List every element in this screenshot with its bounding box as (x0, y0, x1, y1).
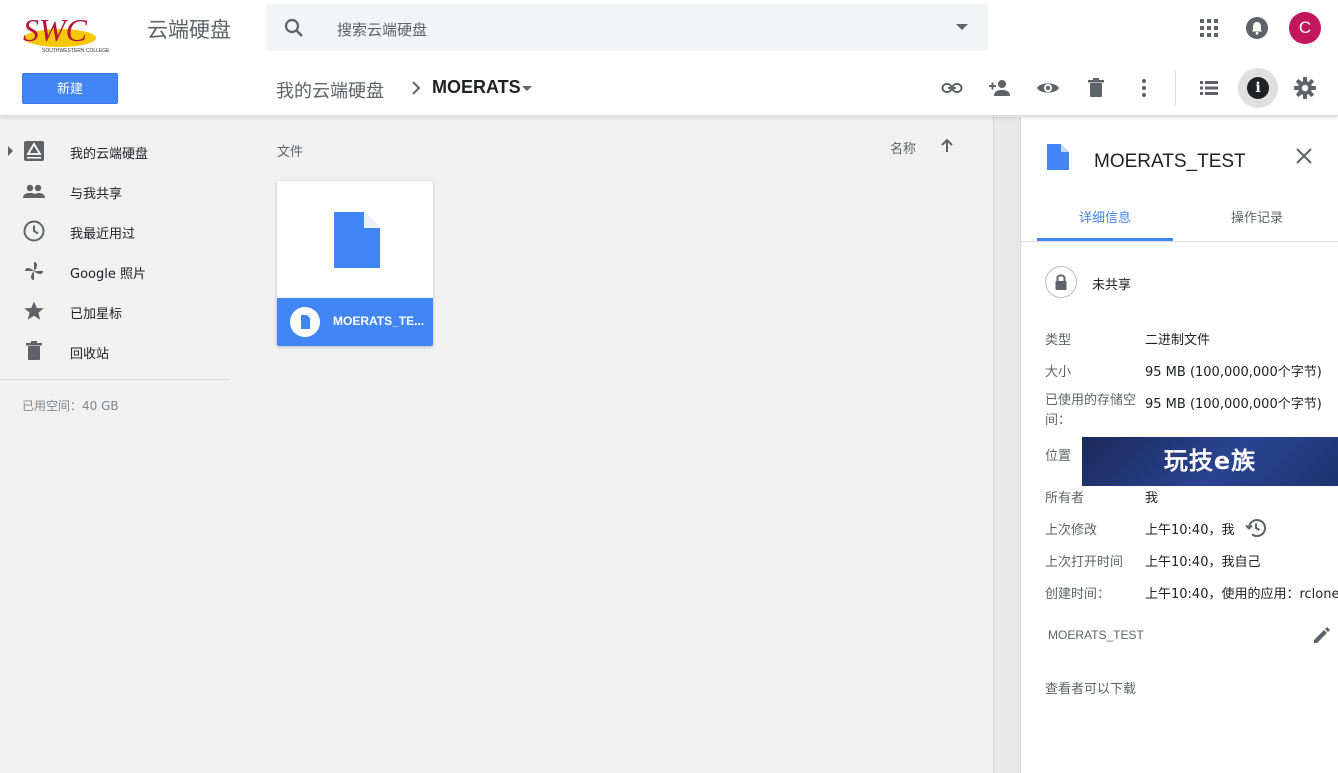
swc-logo[interactable]: SWC SOUTHWESTERN COLLEGE (20, 6, 138, 54)
detail-value-opened: 上午10:40，我自己 (1145, 555, 1261, 570)
breadcrumb-current-folder[interactable]: MOERATS (432, 77, 521, 98)
detail-value-storage-used: 95 MB (100,000,000个字节) (1145, 397, 1322, 412)
file-description[interactable]: MOERATS_TEST (1048, 628, 1144, 642)
sidebar-item-label: 已加星标 (70, 307, 123, 322)
details-title: MOERATS_TEST (1094, 151, 1246, 172)
file-icon (301, 315, 310, 329)
sidebar-item-recent[interactable]: 我最近用过 (0, 211, 240, 251)
app-name: 云端硬盘 (147, 18, 231, 42)
file-card[interactable]: MOERATS_TE... (277, 181, 433, 346)
info-icon: i (1247, 77, 1269, 99)
sidebar-item-label: 我最近用过 (70, 227, 136, 242)
trash-icon (26, 341, 42, 360)
edit-pencil-icon[interactable] (1311, 624, 1333, 646)
search-icon[interactable] (282, 16, 306, 40)
search-options-dropdown-icon[interactable] (956, 24, 968, 30)
chevron-right-icon (412, 81, 421, 95)
sidebar-item-label: Google 照片 (70, 267, 146, 282)
details-panel: MOERATS_TEST 详细信息 操作记录 未共享 类型 二进制文件 大小 9… (1021, 117, 1338, 773)
detail-value-size: 95 MB (100,000,000个字节) (1145, 365, 1322, 380)
detail-key-location: 位置 (1045, 449, 1072, 464)
expand-arrow-icon[interactable] (8, 146, 13, 156)
apps-grid-icon[interactable] (1197, 16, 1221, 40)
tab-activity[interactable]: 操作记录 (1189, 207, 1325, 226)
share-person-icon[interactable] (988, 76, 1012, 100)
detail-value-modified: 上午10:40，我 (1145, 523, 1235, 538)
new-button[interactable]: 新建 (22, 73, 118, 104)
detail-key-created: 创建时间： (1045, 587, 1111, 602)
notifications-bell-icon[interactable] (1246, 17, 1268, 39)
tab-divider (1021, 241, 1338, 242)
folder-menu-dropdown-icon[interactable] (522, 86, 532, 91)
file-name-bar: MOERATS_TE... (277, 298, 433, 346)
file-type-badge (290, 307, 320, 337)
toolbar-divider (1175, 71, 1176, 105)
file-thumbnail-icon (334, 212, 380, 268)
arrow-up-icon[interactable] (938, 137, 956, 155)
tab-details[interactable]: 详细信息 (1037, 207, 1173, 226)
photos-pinwheel-icon (25, 262, 43, 280)
sort-by-name[interactable]: 名称 (890, 138, 916, 157)
detail-key-storage-used: 已使用的存储空间： (1045, 393, 1137, 428)
close-icon[interactable] (1294, 146, 1314, 166)
section-label-files: 文件 (277, 145, 304, 160)
sidebar: 我的云端硬盘 与我共享 我最近用过 Google 照片 已加星标 回收站 已用空… (0, 117, 240, 773)
sidebar-item-label: 我的云端硬盘 (70, 147, 149, 162)
sidebar-item-starred[interactable]: 已加星标 (0, 291, 240, 331)
sidebar-item-label: 与我共享 (70, 187, 123, 202)
logo-text: SWC (23, 12, 88, 48)
people-icon (23, 184, 45, 198)
sidebar-divider (0, 379, 230, 380)
drive-icon (24, 141, 44, 161)
file-name: MOERATS_TE... (333, 314, 425, 328)
more-vert-icon[interactable] (1132, 76, 1156, 100)
info-button[interactable]: i (1238, 68, 1278, 108)
sidebar-item-trash[interactable]: 回收站 (0, 331, 240, 371)
search-input[interactable]: 搜索云端硬盘 (337, 19, 427, 40)
version-history-icon[interactable] (1244, 516, 1268, 540)
settings-gear-icon[interactable] (1293, 76, 1317, 100)
preview-eye-icon[interactable] (1036, 76, 1060, 100)
search-bar[interactable]: 搜索云端硬盘 (266, 4, 988, 51)
file-icon (1047, 144, 1069, 170)
file-area: 文件 名称 MOERATS_TE... (240, 117, 993, 773)
sharing-status-text: 未共享 (1092, 278, 1132, 293)
detail-value-type: 二进制文件 (1145, 333, 1211, 348)
star-icon (24, 301, 44, 320)
logo-subtext: SOUTHWESTERN COLLEGE (42, 48, 110, 54)
list-view-icon[interactable] (1197, 76, 1221, 100)
viewers-can-download-text: 查看者可以下载 (1045, 682, 1137, 697)
sidebar-item-label: 回收站 (70, 347, 110, 362)
lock-icon (1055, 274, 1067, 290)
storage-usage[interactable]: 已用空间：40 GB (22, 397, 119, 414)
detail-value-created: 上午10:40，使用的应用：rclone (1145, 587, 1338, 602)
clock-icon (23, 220, 45, 242)
sharing-status-badge[interactable] (1045, 266, 1077, 298)
account-avatar[interactable]: C (1289, 12, 1321, 44)
detail-key-size: 大小 (1045, 365, 1072, 380)
sidebar-item-my-drive[interactable]: 我的云端硬盘 (0, 131, 240, 171)
detail-key-owner: 所有者 (1045, 491, 1085, 506)
detail-key-modified: 上次修改 (1045, 523, 1098, 538)
detail-key-type: 类型 (1045, 333, 1072, 348)
top-bar: SWC SOUTHWESTERN COLLEGE 云端硬盘 搜索云端硬盘 C 新… (0, 0, 1338, 116)
link-icon[interactable] (940, 76, 964, 100)
trash-icon[interactable] (1084, 76, 1108, 100)
breadcrumb-my-drive[interactable]: 我的云端硬盘 (276, 77, 384, 103)
detail-key-opened: 上次打开时间 (1045, 555, 1124, 570)
detail-value-owner: 我 (1145, 491, 1159, 506)
location-watermark-banner: 玩技e族 (1082, 437, 1338, 486)
sidebar-item-google-photos[interactable]: Google 照片 (0, 251, 240, 291)
sidebar-item-shared-with-me[interactable]: 与我共享 (0, 171, 240, 211)
vertical-scrollbar[interactable] (993, 117, 1021, 773)
